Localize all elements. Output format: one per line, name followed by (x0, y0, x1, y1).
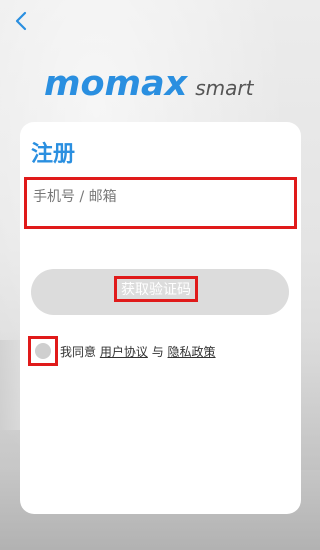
get-code-label: 获取验证码 (114, 276, 198, 302)
brand-logo: momax smart (44, 64, 253, 104)
agree-checkbox[interactable] (28, 336, 58, 366)
privacy-policy-link[interactable]: 隐私政策 (168, 345, 216, 359)
agreement-text: 我同意 用户协议 与 隐私政策 (60, 343, 216, 360)
radio-circle-icon (35, 343, 51, 359)
phone-email-field-container (24, 177, 297, 229)
chevron-left-icon (14, 10, 34, 32)
get-code-button[interactable]: 获取验证码 (31, 269, 289, 315)
agree-conjunction: 与 (151, 344, 164, 359)
agreement-row: 我同意 用户协议 与 隐私政策 (28, 336, 216, 366)
register-card: 注册 获取验证码 我同意 用户协议 与 隐私政策 (20, 122, 301, 514)
page-title: 注册 (31, 142, 76, 167)
agree-prefix: 我同意 (60, 344, 97, 359)
brand-subtitle: smart (195, 76, 254, 100)
user-agreement-link[interactable]: 用户协议 (100, 345, 148, 359)
brand-name: momax (44, 64, 188, 104)
back-button[interactable] (14, 10, 34, 32)
phone-email-input[interactable] (29, 184, 292, 210)
